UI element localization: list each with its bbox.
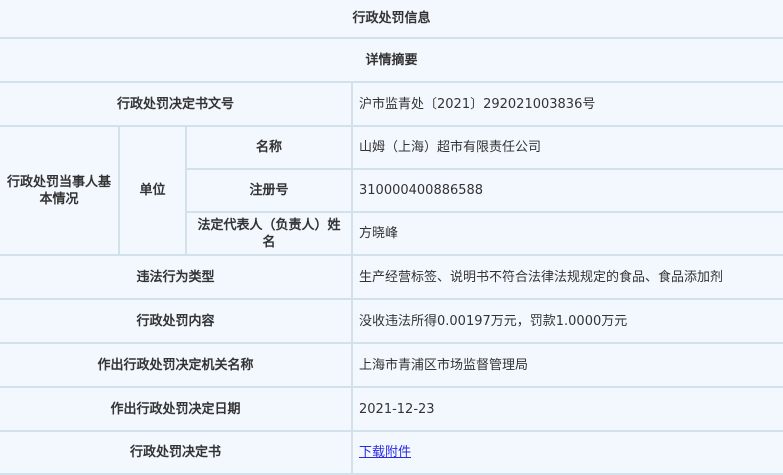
date-value: 2021-12-23: [350, 386, 783, 432]
table-row: 行政处罚当事人基本情况 单位 名称 山姆（上海）超市有限责任公司: [0, 125, 783, 256]
penalty-content-label: 行政处罚内容: [0, 298, 353, 344]
table-row: 违法行为类型 生产经营标签、说明书不符合法律法规规定的食品、食品添加剂: [0, 254, 783, 300]
legal-rep-label: 法定代表人（负责人）姓名: [186, 211, 353, 256]
penalty-info-table: 行政处罚信息 详情摘要 行政处罚决定书文号 沪市监青处〔2021〕2920210…: [0, 0, 783, 475]
table-row: 作出行政处罚决定机关名称 上海市青浦区市场监督管理局: [0, 342, 783, 388]
party-label: 行政处罚当事人基本情况: [0, 125, 120, 256]
name-label: 名称: [185, 125, 353, 170]
table-title: 行政处罚信息: [0, 0, 783, 39]
table-subtitle: 详情摘要: [0, 37, 783, 83]
doc-number-label: 行政处罚决定书文号: [0, 81, 353, 127]
violation-type-label: 违法行为类型: [0, 254, 353, 300]
penalty-content-value: 没收违法所得0.00197万元，罚款1.0000万元: [350, 298, 783, 344]
table-row: 作出行政处罚决定日期 2021-12-23: [0, 386, 783, 432]
table-row: 行政处罚决定书 下载附件: [0, 430, 783, 475]
legal-rep-value: 方晓峰: [350, 211, 783, 256]
table-row: 行政处罚内容 没收违法所得0.00197万元，罚款1.0000万元: [0, 298, 783, 344]
unit-label: 单位: [118, 125, 187, 256]
decision-doc-label: 行政处罚决定书: [0, 430, 353, 475]
date-label: 作出行政处罚决定日期: [0, 386, 353, 432]
table-row: 行政处罚决定书文号 沪市监青处〔2021〕292021003836号: [0, 81, 783, 127]
violation-type-value: 生产经营标签、说明书不符合法律法规规定的食品、食品添加剂: [350, 254, 783, 300]
download-attachment-link[interactable]: 下载附件: [359, 445, 411, 460]
reg-no-label: 注册号: [186, 168, 353, 213]
authority-value: 上海市青浦区市场监督管理局: [350, 342, 783, 388]
authority-label: 作出行政处罚决定机关名称: [0, 342, 353, 388]
doc-number-value: 沪市监青处〔2021〕292021003836号: [350, 81, 783, 127]
name-value: 山姆（上海）超市有限责任公司: [350, 125, 783, 170]
reg-no-value: 310000400886588: [350, 168, 783, 213]
